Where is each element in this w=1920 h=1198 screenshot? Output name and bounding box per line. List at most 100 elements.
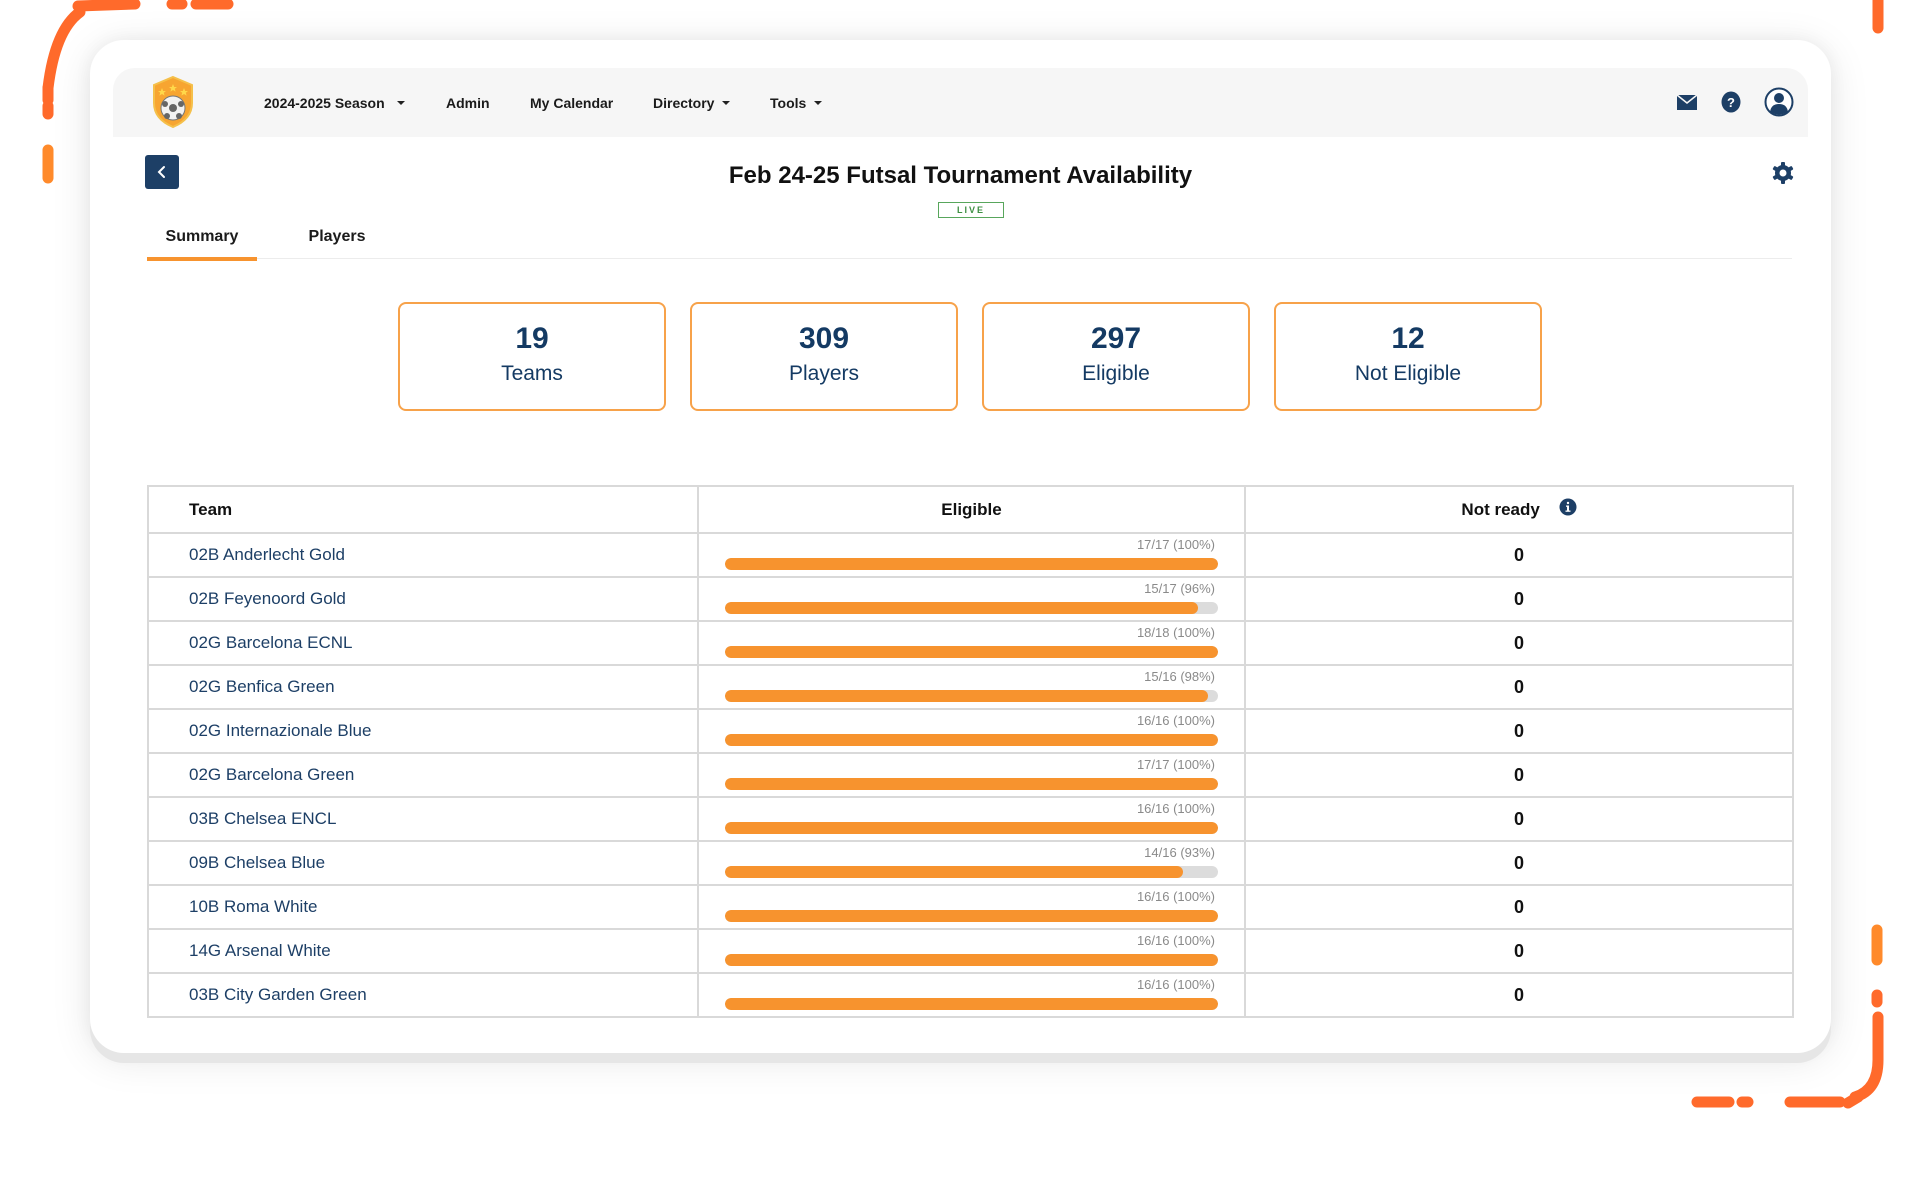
- mail-icon[interactable]: [1677, 95, 1697, 110]
- table-row: 02B Feyenoord Gold 15/17 (96%) 0: [147, 576, 1794, 622]
- eligible-cell: 14/16 (93%): [697, 840, 1246, 886]
- eligible-progress-bar: [725, 998, 1218, 1010]
- not-ready-cell: 0: [1244, 796, 1794, 842]
- not-ready-cell: 0: [1244, 840, 1794, 886]
- table-row: 03B City Garden Green 16/16 (100%) 0: [147, 972, 1794, 1018]
- team-availability-table: Team Eligible Not ready 02B Anderlecht G…: [147, 485, 1794, 1018]
- stat-card-players: 309 Players: [690, 302, 958, 411]
- eligible-progress-fill: [725, 602, 1199, 614]
- info-icon[interactable]: [1559, 498, 1577, 516]
- not-ready-count: 0: [1513, 808, 1524, 829]
- not-ready-cell: 0: [1244, 620, 1794, 666]
- not-ready-cell: 0: [1244, 972, 1794, 1018]
- team-cell: 09B Chelsea Blue: [147, 840, 699, 886]
- eligible-progress-fill: [725, 822, 1218, 834]
- club-shield-logo[interactable]: [150, 75, 196, 129]
- eligible-progress-fill: [725, 778, 1218, 790]
- eligible-cell: 18/18 (100%): [697, 620, 1246, 666]
- table-row: 02G Barcelona ECNL 18/18 (100%) 0: [147, 620, 1794, 666]
- header-not-ready: Not ready: [1244, 485, 1794, 534]
- tab-summary-label: Summary: [165, 227, 239, 245]
- user-account-icon[interactable]: [1764, 87, 1794, 117]
- eligible-count-label: 14/16 (93%): [1144, 845, 1215, 860]
- team-link[interactable]: 03B City Garden Green: [189, 985, 367, 1004]
- tab-bar: Summary Players: [147, 214, 1792, 261]
- team-link[interactable]: 02G Barcelona Green: [189, 765, 354, 784]
- eligible-count-label: 17/17 (100%): [1136, 757, 1215, 772]
- eligible-progress-bar: [725, 558, 1218, 570]
- table-row: 10B Roma White 16/16 (100%) 0: [147, 884, 1794, 930]
- not-ready-cell: 0: [1244, 884, 1794, 930]
- eligible-progress-fill: [725, 866, 1184, 878]
- team-link[interactable]: 02G Internazionale Blue: [189, 721, 371, 740]
- nav-season-dropdown[interactable]: 2024-2025 Season: [264, 68, 405, 137]
- team-link[interactable]: 02G Barcelona ECNL: [189, 633, 352, 652]
- stat-not-eligible-label: Not Eligible: [1354, 362, 1462, 385]
- eligible-cell: 16/16 (100%): [697, 796, 1246, 842]
- team-link[interactable]: 03B Chelsea ENCL: [189, 809, 336, 828]
- team-cell: 03B Chelsea ENCL: [147, 796, 699, 842]
- eligible-cell: 17/17 (100%): [697, 752, 1246, 798]
- eligible-progress-fill: [725, 690, 1209, 702]
- stat-eligible-label: Eligible: [1082, 362, 1150, 385]
- team-cell: 02G Internazionale Blue: [147, 708, 699, 754]
- nav-admin[interactable]: Admin: [446, 68, 490, 137]
- eligible-cell: 17/17 (100%): [697, 532, 1246, 578]
- table-row: 02G Internazionale Blue 16/16 (100%) 0: [147, 708, 1794, 754]
- eligible-progress-bar: [725, 646, 1218, 658]
- tab-players-label: Players: [308, 227, 366, 245]
- page-title: Feb 24-25 Futsal Tournament Availability: [728, 162, 1193, 189]
- table-body: 02B Anderlecht Gold 17/17 (100%) 0 02B Feye…: [147, 532, 1794, 1018]
- nav-tools-label: Tools: [770, 94, 807, 111]
- table-row: 09B Chelsea Blue 14/16 (93%) 0: [147, 840, 1794, 886]
- not-ready-count: 0: [1513, 940, 1524, 961]
- nav-my-calendar[interactable]: My Calendar: [530, 68, 613, 137]
- nav-season-label: 2024-2025 Season: [264, 94, 385, 111]
- eligible-count-label: 15/16 (98%): [1144, 669, 1215, 684]
- table-row: 02G Benfica Green 15/16 (98%) 0: [147, 664, 1794, 710]
- eligible-cell: 16/16 (100%): [697, 928, 1246, 974]
- eligible-count-label: 16/16 (100%): [1136, 889, 1215, 904]
- header-eligible: Eligible: [697, 485, 1246, 534]
- not-ready-cell: 0: [1244, 664, 1794, 710]
- eligible-progress-bar: [725, 866, 1218, 878]
- eligible-progress-fill: [725, 734, 1218, 746]
- settings-gear-icon[interactable]: [1771, 161, 1795, 185]
- team-link[interactable]: 02B Anderlecht Gold: [189, 545, 345, 564]
- header-not-ready-label: Not ready: [1461, 499, 1540, 519]
- not-ready-count: 0: [1513, 544, 1524, 565]
- team-cell: 02B Feyenoord Gold: [147, 576, 699, 622]
- team-link[interactable]: 09B Chelsea Blue: [189, 853, 325, 872]
- eligible-count-label: 15/17 (96%): [1144, 581, 1215, 596]
- stat-card-not-eligible: 12 Not Eligible: [1274, 302, 1542, 411]
- team-link[interactable]: 02G Benfica Green: [189, 677, 335, 696]
- eligible-progress-bar: [725, 910, 1218, 922]
- tab-players[interactable]: Players: [287, 214, 387, 259]
- nav-tools-dropdown[interactable]: Tools: [770, 68, 823, 137]
- team-link[interactable]: 02B Feyenoord Gold: [189, 589, 346, 608]
- team-link[interactable]: 14G Arsenal White: [189, 941, 331, 960]
- not-ready-cell: 0: [1244, 576, 1794, 622]
- eligible-progress-fill: [725, 910, 1218, 922]
- table-row: 14G Arsenal White 16/16 (100%) 0: [147, 928, 1794, 974]
- nav-directory-dropdown[interactable]: Directory: [653, 68, 731, 137]
- team-cell: 03B City Garden Green: [147, 972, 699, 1018]
- team-cell: 02G Barcelona ECNL: [147, 620, 699, 666]
- eligible-count-label: 16/16 (100%): [1136, 977, 1215, 992]
- help-icon[interactable]: ?: [1721, 91, 1741, 113]
- tab-summary[interactable]: Summary: [147, 214, 257, 261]
- not-ready-count: 0: [1513, 984, 1524, 1005]
- stat-card-eligible: 297 Eligible: [982, 302, 1250, 411]
- stat-teams-label: Teams: [501, 362, 563, 385]
- stat-teams-value: 19: [515, 322, 549, 355]
- nav-directory-label: Directory: [653, 94, 715, 111]
- eligible-cell: 16/16 (100%): [697, 708, 1246, 754]
- app-window: 2024-2025 Season Admin My Calendar Direc…: [90, 40, 1831, 1053]
- table-row: 03B Chelsea ENCL 16/16 (100%) 0: [147, 796, 1794, 842]
- team-link[interactable]: 10B Roma White: [189, 897, 318, 916]
- nav-my-calendar-label: My Calendar: [530, 94, 614, 111]
- not-ready-count: 0: [1513, 764, 1524, 785]
- team-cell: 02B Anderlecht Gold: [147, 532, 699, 578]
- eligible-cell: 16/16 (100%): [697, 884, 1246, 930]
- not-ready-cell: 0: [1244, 752, 1794, 798]
